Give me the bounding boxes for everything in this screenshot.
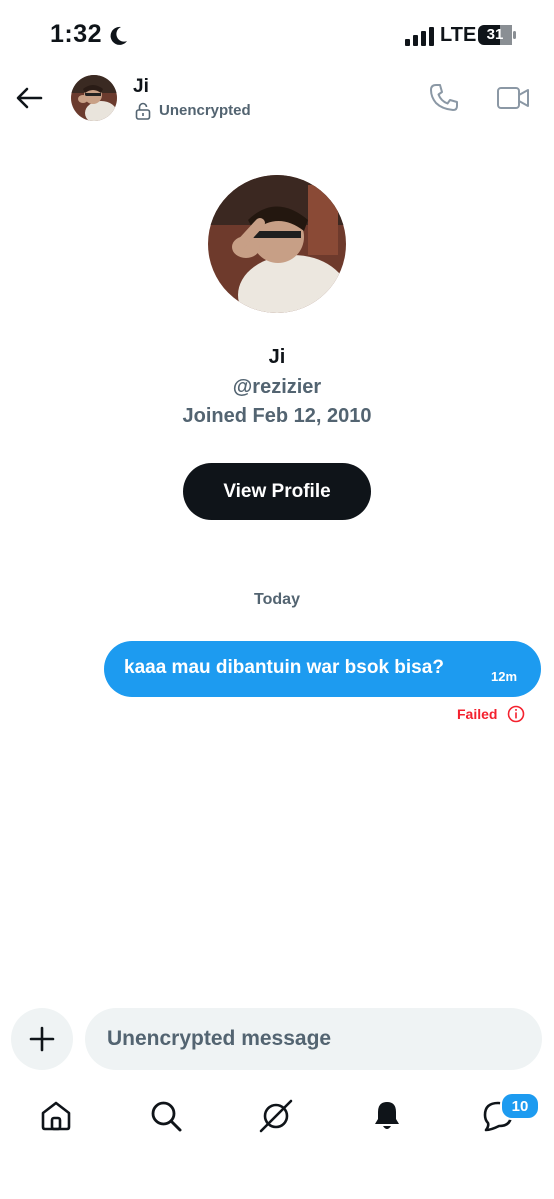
- profile-name: Ji: [268, 346, 286, 368]
- avatar-photo: [71, 75, 117, 121]
- back-button[interactable]: [12, 82, 46, 114]
- network-type: LTE: [440, 24, 477, 46]
- bell-icon: [375, 1102, 399, 1129]
- lock-open-icon: [135, 102, 151, 120]
- profile-avatar[interactable]: [208, 175, 346, 313]
- search-icon: [151, 1101, 182, 1132]
- nav-search[interactable]: [146, 1096, 186, 1136]
- grok-icon: [259, 1099, 293, 1133]
- view-profile-button[interactable]: View Profile: [183, 463, 371, 520]
- nav-notifications[interactable]: [367, 1096, 407, 1136]
- profile-photo: [208, 175, 346, 313]
- battery-level: 31: [486, 26, 504, 43]
- phone-icon: [430, 84, 458, 111]
- moon-icon: [110, 26, 127, 45]
- date-separator: Today: [254, 591, 300, 608]
- header-name: Ji: [133, 76, 149, 97]
- info-error-icon[interactable]: [507, 705, 525, 723]
- home-icon: [41, 1101, 71, 1131]
- signal-icon: [405, 27, 434, 46]
- add-attachment-button[interactable]: [11, 1008, 73, 1070]
- plus-icon: [29, 1026, 55, 1052]
- message-status: Failed: [457, 706, 498, 722]
- profile-handle: @rezizier: [232, 376, 322, 398]
- call-button[interactable]: [428, 82, 460, 114]
- encryption-status: Unencrypted: [159, 102, 251, 119]
- nav-home[interactable]: [36, 1096, 76, 1136]
- message-input[interactable]: [85, 1008, 542, 1070]
- messages-badge: 10: [500, 1092, 540, 1120]
- avatar[interactable]: [71, 75, 117, 121]
- video-call-button[interactable]: [496, 84, 530, 112]
- status-time: 1:32: [50, 20, 103, 48]
- profile-joined: Joined Feb 12, 2010: [182, 405, 372, 427]
- nav-grok[interactable]: [256, 1096, 296, 1136]
- message-text: kaaa mau dibantuin war bsok bisa?: [124, 657, 444, 678]
- message-bubble[interactable]: kaaa mau dibantuin war bsok bisa? 12m: [104, 641, 541, 697]
- message-time: 12m: [491, 669, 518, 684]
- video-icon: [497, 87, 529, 109]
- back-arrow-icon: [16, 87, 43, 109]
